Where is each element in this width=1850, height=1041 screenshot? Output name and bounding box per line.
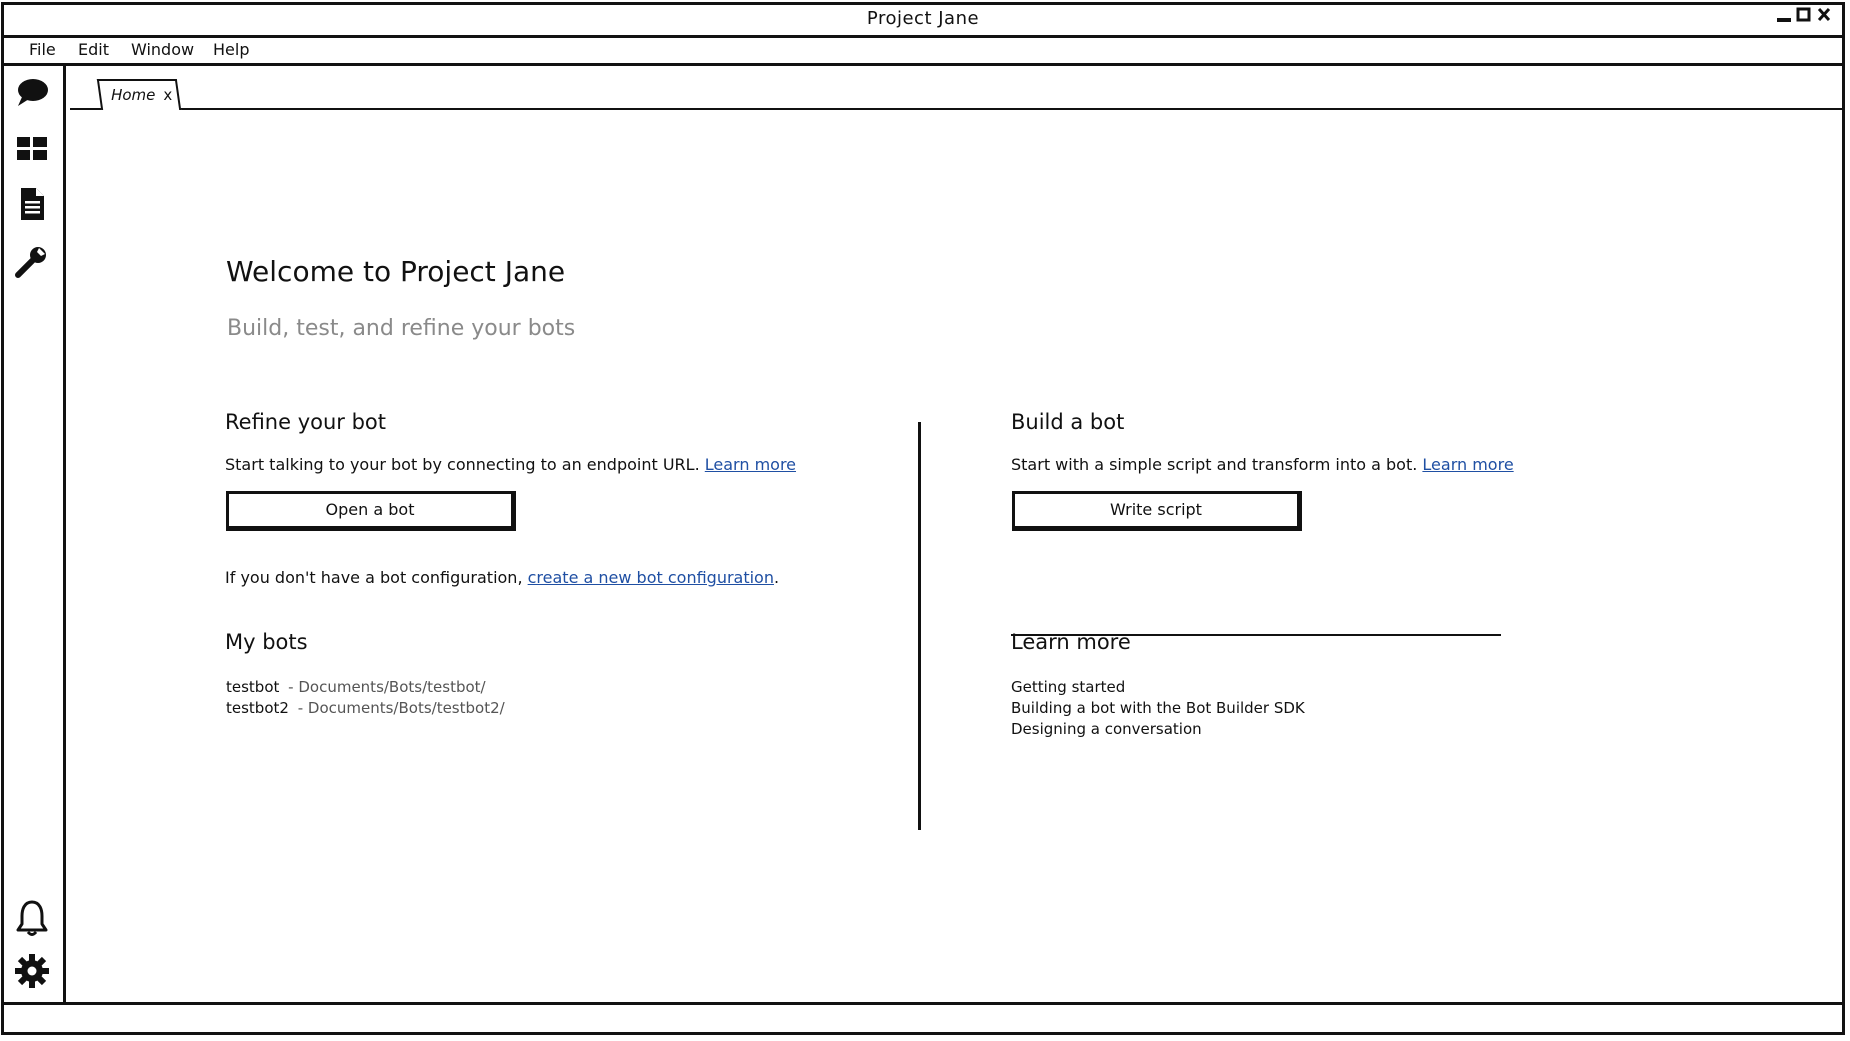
refine-description: Start talking to your bot by connecting … [225,455,796,474]
build-learn-more-link[interactable]: Learn more [1422,455,1513,474]
build-heading: Build a bot [1011,410,1125,434]
page-title: Welcome to Project Jane [226,255,566,288]
open-bot-button[interactable]: Open a bot [226,491,516,531]
status-bar [4,1002,1842,1032]
window-title: Project Jane [866,8,980,29]
build-text: Start with a simple script and transform… [1011,455,1418,474]
create-bot-config-link[interactable]: create a new bot configuration [528,568,774,587]
write-script-button[interactable]: Write script [1012,491,1302,531]
menu-help[interactable]: Help [213,40,249,59]
tab-close-button[interactable]: x [163,86,172,104]
bot-path: - Documents/Bots/testbot2/ [297,699,505,717]
tab-home[interactable]: Home x [96,79,182,110]
chat-icon[interactable] [14,76,50,112]
menu-bar: File Edit Window Help [4,38,1842,66]
no-config-message: If you don't have a bot configuration, c… [225,568,779,587]
learn-more-heading: Learn more [1011,630,1131,654]
no-config-text: If you don't have a bot configuration, [225,568,523,587]
home-content: Welcome to Project Jane Build, test, and… [66,110,1842,1005]
column-divider [918,422,921,830]
menu-edit[interactable]: Edit [78,40,109,59]
window-controls [1776,6,1832,30]
maximize-icon[interactable] [1796,6,1812,30]
learn-more-item[interactable]: Building a bot with the Bot Builder SDK [1011,698,1305,718]
my-bots-heading: My bots [225,630,308,654]
build-description: Start with a simple script and transform… [1011,455,1514,474]
gear-icon[interactable] [14,953,50,989]
bot-path: - Documents/Bots/testbot/ [288,678,486,696]
refine-learn-more-link[interactable]: Learn more [705,455,796,474]
bot-list-item[interactable]: testbot - Documents/Bots/testbot/ [226,677,486,697]
tab-strip: Home x [66,66,1842,110]
dashboard-icon[interactable] [14,131,50,167]
menu-window[interactable]: Window [131,40,194,59]
bot-name: testbot2 [226,699,289,717]
bell-icon[interactable] [14,899,50,936]
refine-text: Start talking to your bot by connecting … [225,455,700,474]
no-config-period: . [773,568,780,587]
bot-list-item[interactable]: testbot2 - Documents/Bots/testbot2/ [226,698,505,718]
learn-more-item[interactable]: Designing a conversation [1011,719,1202,739]
bot-name: testbot [226,678,280,696]
close-icon[interactable] [1816,6,1832,30]
sidebar [4,66,66,1005]
minimize-icon[interactable] [1776,6,1792,30]
title-bar: Project Jane [4,5,1842,38]
refine-heading: Refine your bot [225,410,387,434]
learn-more-item[interactable]: Getting started [1011,677,1125,697]
page-subtitle: Build, test, and refine your bots [227,316,576,341]
wrench-icon[interactable] [14,244,50,280]
app-window: Project Jane File Edit Window Help Home … [1,2,1845,1035]
menu-file[interactable]: File [29,40,56,59]
tab-home-label: Home [111,86,156,104]
document-icon[interactable] [14,186,50,222]
